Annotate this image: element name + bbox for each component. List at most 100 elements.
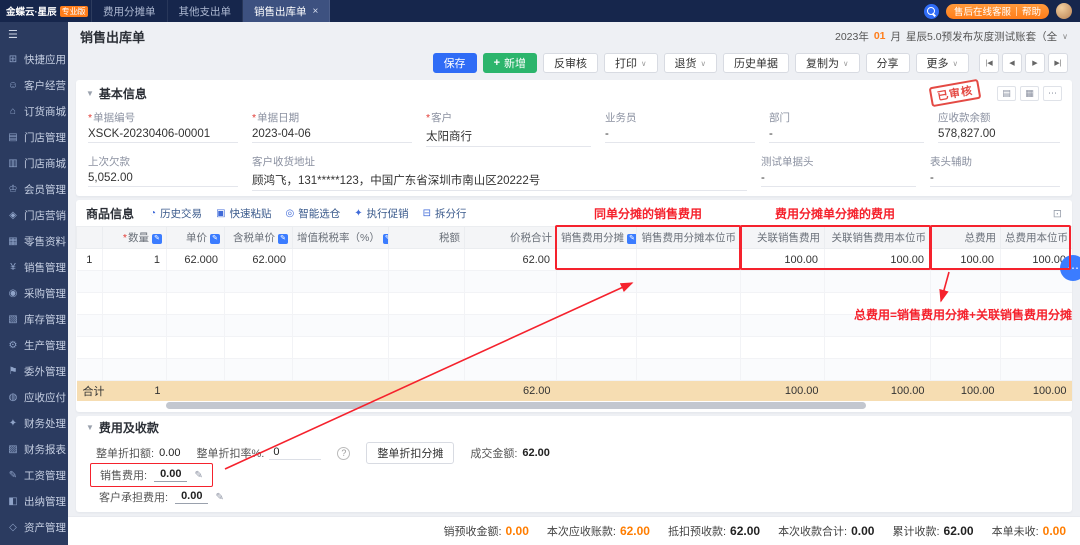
print-button[interactable]: 打印 ∨ xyxy=(604,53,658,73)
add-button[interactable]: + 新增 xyxy=(483,53,537,73)
cell[interactable] xyxy=(293,249,389,271)
close-icon[interactable]: × xyxy=(313,6,319,17)
cell[interactable] xyxy=(225,315,293,337)
sidebar-item-inventory-mgmt[interactable]: ▧库存管理 xyxy=(0,306,68,332)
nav-first-button[interactable]: |◀ xyxy=(979,53,999,73)
cell[interactable] xyxy=(557,337,637,359)
help-label[interactable]: 帮助 xyxy=(1022,4,1041,18)
cell[interactable]: 1 xyxy=(103,249,167,271)
cell[interactable] xyxy=(825,359,931,381)
cell[interactable]: 100.00 xyxy=(931,249,1001,271)
sidebar-item-purchase-mgmt[interactable]: ◉采购管理 xyxy=(0,280,68,306)
cell[interactable] xyxy=(741,359,825,381)
field-value[interactable]: 5,052.00 xyxy=(88,172,238,187)
cell[interactable] xyxy=(389,249,465,271)
sales-fee-value[interactable]: 0.00 xyxy=(154,468,187,482)
customer-fee-value[interactable]: 0.00 xyxy=(175,490,208,504)
cell[interactable] xyxy=(557,249,637,271)
cell[interactable] xyxy=(103,337,167,359)
copy-as-button[interactable]: 复制为 ∨ xyxy=(795,53,860,73)
support-pill[interactable]: 售后在线客服 帮助 xyxy=(946,4,1049,19)
sidebar-item-order-mall[interactable]: ⌂订货商城 xyxy=(0,98,68,124)
cell[interactable] xyxy=(103,315,167,337)
cell[interactable] xyxy=(389,337,465,359)
nav-next-button[interactable]: ▶ xyxy=(1025,53,1045,73)
field-value[interactable]: - xyxy=(769,128,924,143)
history-button[interactable]: 历史单据 xyxy=(723,53,789,73)
cell[interactable] xyxy=(103,359,167,381)
cell[interactable] xyxy=(465,359,557,381)
collapse-icon[interactable]: ▼ xyxy=(86,423,94,432)
cell[interactable] xyxy=(931,337,1001,359)
sidebar-item-ar-ap[interactable]: ◍应收应付 xyxy=(0,384,68,410)
cell[interactable] xyxy=(389,315,465,337)
expand-icon[interactable]: ⊡ xyxy=(1053,207,1062,220)
cell[interactable] xyxy=(389,359,465,381)
user-avatar[interactable] xyxy=(1056,3,1072,19)
cell[interactable]: 100.00 xyxy=(825,249,931,271)
cell[interactable]: 1 xyxy=(77,249,103,271)
cell[interactable] xyxy=(637,249,741,271)
edit-pencil-icon[interactable]: ✎ xyxy=(194,470,202,481)
sidebar-item-finance-reports[interactable]: ▨财务报表 xyxy=(0,436,68,462)
tab-销售出库单[interactable]: 销售出库单× xyxy=(243,0,330,22)
return-button[interactable]: 退货 ∨ xyxy=(664,53,718,73)
cell[interactable] xyxy=(1001,359,1073,381)
cell[interactable] xyxy=(465,337,557,359)
chevron-down-icon[interactable]: ∨ xyxy=(1062,32,1068,41)
collapse-icon[interactable]: ▼ xyxy=(86,89,94,98)
cell[interactable] xyxy=(225,359,293,381)
cell[interactable] xyxy=(557,271,637,293)
cell[interactable] xyxy=(931,315,1001,337)
cell[interactable] xyxy=(465,271,557,293)
scrollbar-thumb[interactable] xyxy=(166,402,866,409)
sidebar-item-store-marketing[interactable]: ◈门店营销 xyxy=(0,202,68,228)
discount-amount-value[interactable]: 0.00 xyxy=(159,447,180,459)
cell[interactable] xyxy=(389,293,465,315)
cell[interactable] xyxy=(225,293,293,315)
field-value[interactable]: - xyxy=(761,172,916,187)
cell[interactable] xyxy=(167,337,225,359)
cell[interactable] xyxy=(931,359,1001,381)
edit-pencil-icon[interactable]: ✎ xyxy=(215,492,223,503)
cell[interactable] xyxy=(77,293,103,315)
cell[interactable] xyxy=(637,293,741,315)
field-value[interactable]: XSCK-20230406-00001 xyxy=(88,128,238,143)
hamburger-icon[interactable]: ☰ xyxy=(0,22,68,46)
cell[interactable] xyxy=(293,293,389,315)
chat-bubble-icon[interactable]: ⋯ xyxy=(1060,255,1080,281)
product-link[interactable]: ◔历史交易 xyxy=(150,206,202,221)
period-account[interactable]: 2023年 01 月 星辰5.0预发布灰度测试账套（全 ∨ xyxy=(835,29,1068,44)
cell[interactable] xyxy=(931,293,1001,315)
cell[interactable] xyxy=(293,359,389,381)
cell[interactable] xyxy=(741,271,825,293)
product-link[interactable]: ◎智能选仓 xyxy=(286,206,341,221)
cell[interactable] xyxy=(465,315,557,337)
cell[interactable] xyxy=(167,315,225,337)
cell[interactable] xyxy=(167,293,225,315)
cell[interactable] xyxy=(931,271,1001,293)
field-value[interactable]: - xyxy=(930,172,1060,187)
discount-rate-input[interactable]: 0 xyxy=(269,446,321,460)
cell[interactable] xyxy=(557,293,637,315)
cell[interactable] xyxy=(637,359,741,381)
product-link[interactable]: ✦执行促销 xyxy=(354,206,408,221)
cell[interactable] xyxy=(103,271,167,293)
field-value[interactable]: 2023-04-06 xyxy=(252,128,412,143)
cell[interactable] xyxy=(77,359,103,381)
sidebar-item-outsourcing-mgmt[interactable]: ⚑委外管理 xyxy=(0,358,68,384)
cell[interactable] xyxy=(741,315,825,337)
sidebar-item-production-mgmt[interactable]: ⚙生产管理 xyxy=(0,332,68,358)
cell[interactable] xyxy=(825,293,931,315)
cell[interactable]: 62.000 xyxy=(225,249,293,271)
field-value[interactable]: 顾鸿飞，131*****123，中国广东省深圳市南山区20222号 xyxy=(252,172,747,191)
cell[interactable] xyxy=(293,337,389,359)
sidebar-item-finance-processing[interactable]: ✦财务处理 xyxy=(0,410,68,436)
sidebar-item-quick-apps[interactable]: ⊞快捷应用 xyxy=(0,46,68,72)
search-icon[interactable] xyxy=(924,4,939,19)
cell[interactable] xyxy=(825,337,931,359)
product-link[interactable]: ▣快速粘贴 xyxy=(216,206,271,221)
nav-last-button[interactable]: ▶| xyxy=(1048,53,1068,73)
cell[interactable] xyxy=(557,359,637,381)
cell[interactable] xyxy=(225,337,293,359)
